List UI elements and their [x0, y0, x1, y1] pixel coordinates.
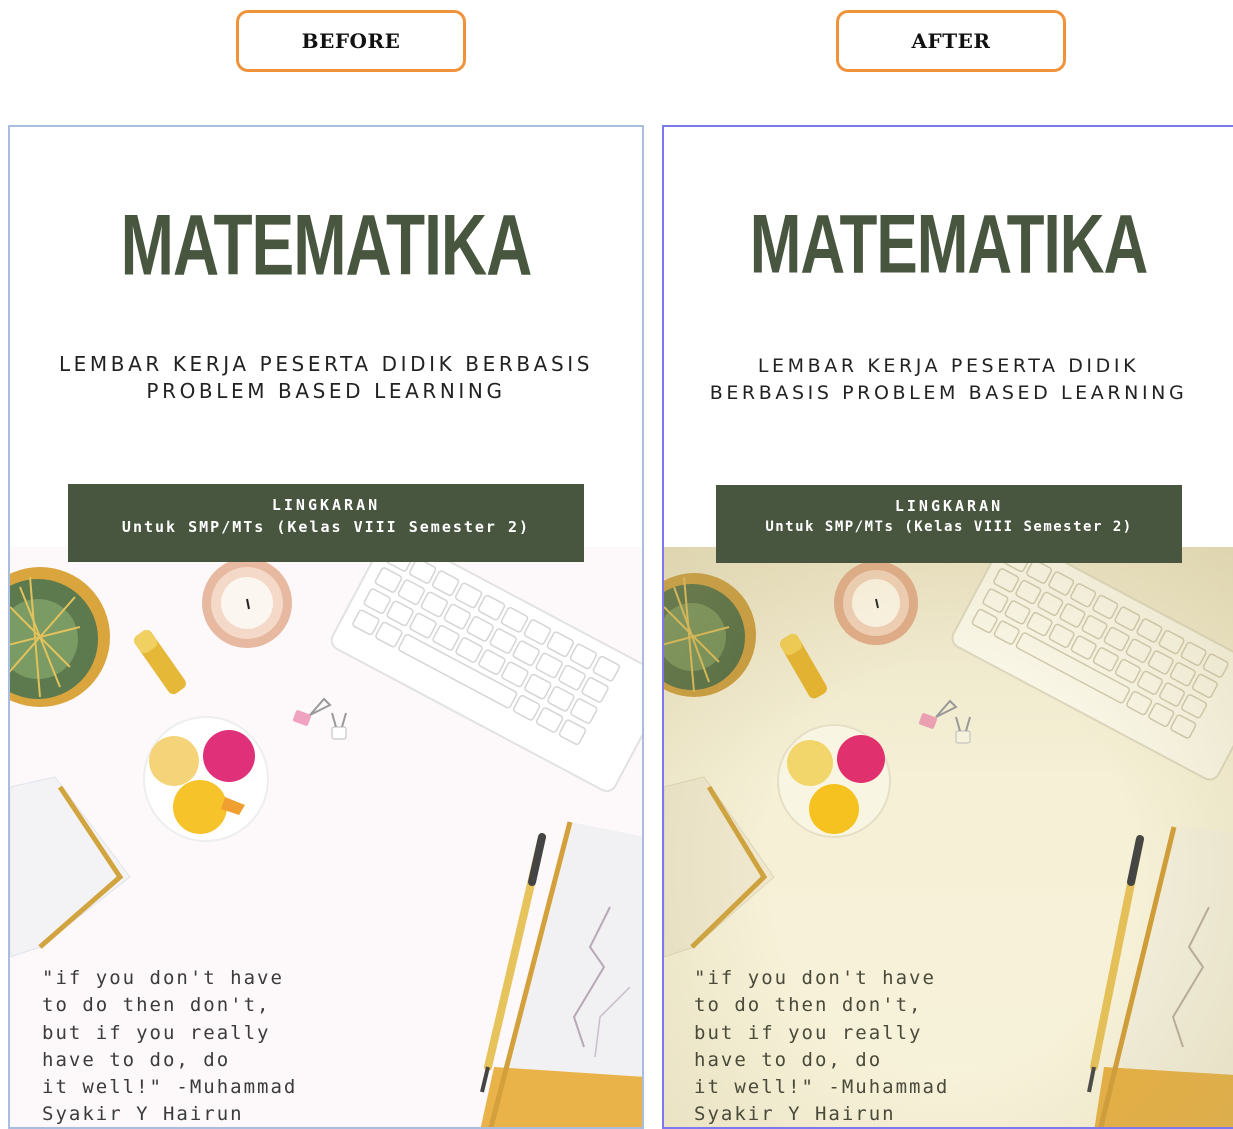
- lip-balm-icon: [780, 633, 827, 699]
- quote-line: to do then don't,: [694, 994, 923, 1017]
- quote-line: have to do, do: [42, 1048, 231, 1071]
- cover-quote: "if you don't have to do then don't, but…: [694, 965, 1034, 1127]
- banner-topic: LINGKARAN: [894, 497, 1004, 515]
- candle-icon: [202, 558, 292, 648]
- macarons-plate-icon: [777, 724, 891, 838]
- quote-line: it well!" -Muhammad: [694, 1076, 950, 1099]
- quote-line: "if you don't have: [42, 967, 284, 989]
- notebook-icon: [664, 776, 775, 958]
- after-cover: MATEMATIKA LEMBAR KERJA PESERTA DIDIK BE…: [662, 125, 1233, 1129]
- quote-line: Syakir Y Hairun: [42, 1103, 244, 1126]
- quote-line: have to do, do: [694, 1048, 883, 1071]
- notebook-icon: [10, 776, 131, 958]
- binder-clip-icon: [292, 697, 347, 740]
- keyboard-icon: [330, 547, 642, 792]
- marble-notebook-icon: [480, 821, 642, 1127]
- macarons-plate-icon: [143, 716, 269, 842]
- cactus-plant-icon: [10, 567, 110, 707]
- banner-grade: Untuk SMP/MTs (Kelas VIII Semester 2): [121, 518, 531, 536]
- cover-subtitle: LEMBAR KERJA PESERTA DIDIK BERBASIS PROB…: [709, 355, 1188, 404]
- topic-banner: LINGKARAN Untuk SMP/MTs (Kelas VIII Seme…: [716, 485, 1182, 563]
- cactus-plant-icon: [664, 573, 756, 697]
- keyboard-icon: [951, 547, 1233, 781]
- topic-banner: LINGKARAN Untuk SMP/MTs (Kelas VIII Seme…: [68, 484, 584, 562]
- quote-line: but if you really: [42, 1021, 271, 1044]
- after-label-text: AFTER: [911, 29, 991, 53]
- cover-subtitle: LEMBAR KERJA PESERTA DIDIK BERBASIS PROB…: [58, 352, 594, 403]
- quote-line: "if you don't have: [694, 967, 936, 989]
- banner-grade: Untuk SMP/MTs (Kelas VIII Semester 2): [765, 519, 1133, 535]
- quote-line: but if you really: [694, 1021, 923, 1044]
- before-label-text: BEFORE: [301, 29, 401, 53]
- cover-quote: "if you don't have to do then don't, but…: [42, 965, 382, 1127]
- quote-line: Syakir Y Hairun: [694, 1103, 896, 1126]
- before-label: BEFORE: [236, 10, 466, 72]
- cover-title: MATEMATIKA: [120, 196, 533, 294]
- banner-topic: LINGKARAN: [271, 496, 381, 514]
- quote-line: it well!" -Muhammad: [42, 1076, 298, 1099]
- lip-balm-icon: [134, 629, 186, 695]
- after-label: AFTER: [836, 10, 1066, 72]
- before-cover: MATEMATIKA LEMBAR KERJA PESERTA DIDIK BE…: [8, 125, 644, 1129]
- cover-title: MATEMATIKA: [749, 198, 1149, 292]
- quote-line: to do then don't,: [42, 994, 271, 1017]
- binder-clip-icon: [918, 699, 971, 744]
- candle-icon: [834, 561, 918, 645]
